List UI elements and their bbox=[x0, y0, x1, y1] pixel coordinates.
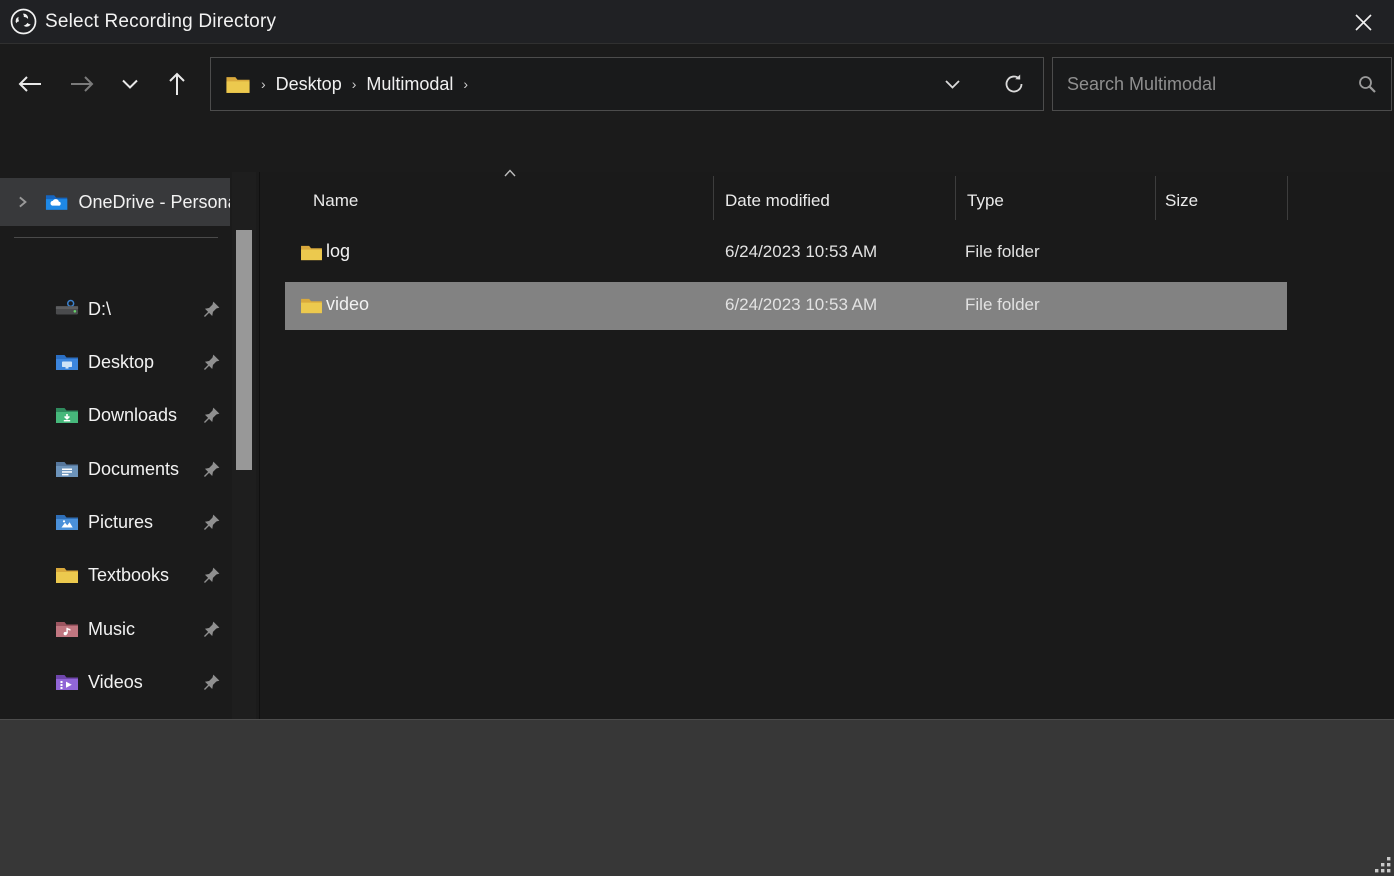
file-list: Name Date modified Type Size log 6/24/20… bbox=[260, 172, 1394, 719]
back-arrow-icon bbox=[17, 74, 43, 94]
downloads-folder-icon bbox=[55, 405, 79, 425]
sidebar-item-onedrive[interactable]: OneDrive - Personal bbox=[0, 178, 230, 226]
sidebar-scrollbar[interactable] bbox=[232, 172, 256, 719]
column-divider[interactable] bbox=[955, 176, 956, 220]
pin-icon bbox=[203, 567, 220, 584]
sidebar-item-label: D:\ bbox=[88, 299, 203, 320]
column-header-size[interactable]: Size bbox=[1165, 184, 1198, 218]
sort-ascending-icon bbox=[503, 169, 517, 177]
recent-locations-button[interactable] bbox=[108, 60, 152, 108]
column-header-name[interactable]: Name bbox=[313, 184, 358, 218]
refresh-button[interactable] bbox=[994, 60, 1034, 108]
chevron-down-icon bbox=[945, 80, 960, 89]
breadcrumb-separator: › bbox=[342, 76, 367, 92]
breadcrumb-separator: › bbox=[453, 76, 478, 92]
sidebar-item-label: Textbooks bbox=[88, 565, 203, 586]
folder-icon bbox=[225, 74, 251, 95]
sidebar-item-textbooks[interactable]: Textbooks bbox=[0, 551, 232, 599]
forward-button[interactable] bbox=[60, 60, 104, 108]
file-type: File folder bbox=[965, 295, 1040, 315]
forward-arrow-icon bbox=[69, 74, 95, 94]
back-button[interactable] bbox=[8, 60, 52, 108]
search-icon[interactable] bbox=[1357, 74, 1377, 94]
address-bar[interactable]: › Desktop › Multimodal › bbox=[210, 57, 1044, 111]
folder-icon bbox=[300, 243, 323, 262]
sidebar-divider bbox=[14, 237, 218, 238]
textbooks-folder-icon bbox=[55, 565, 79, 585]
file-type: File folder bbox=[965, 242, 1040, 262]
close-button[interactable] bbox=[1340, 0, 1386, 44]
dialog-footer: Folder: Select Folder Cancel bbox=[0, 719, 1394, 876]
pin-icon bbox=[203, 514, 220, 531]
file-row-log[interactable]: log 6/24/2023 10:53 AM File folder bbox=[260, 229, 1394, 277]
file-name: log bbox=[326, 241, 350, 262]
file-row-video[interactable]: video 6/24/2023 10:53 AM File folder bbox=[260, 282, 1394, 330]
resize-grip[interactable] bbox=[1375, 857, 1392, 874]
file-date: 6/24/2023 10:53 AM bbox=[725, 295, 877, 315]
documents-folder-icon bbox=[55, 459, 79, 479]
file-date: 6/24/2023 10:53 AM bbox=[725, 242, 877, 262]
sidebar-item-label: Downloads bbox=[88, 405, 203, 426]
drive-icon bbox=[55, 298, 79, 320]
obs-logo-icon bbox=[10, 8, 37, 35]
up-button[interactable] bbox=[155, 60, 199, 108]
onedrive-folder-icon bbox=[45, 192, 68, 212]
up-arrow-icon bbox=[167, 71, 187, 97]
dialog-window: Select Recording Directory › Des bbox=[0, 0, 1394, 876]
sidebar-item-downloads[interactable]: Downloads bbox=[0, 391, 232, 439]
sidebar-item-label: Documents bbox=[88, 459, 203, 480]
desktop-folder-icon bbox=[55, 352, 79, 372]
close-icon bbox=[1354, 13, 1373, 32]
pictures-folder-icon bbox=[55, 512, 79, 532]
sidebar-item-label: Desktop bbox=[88, 352, 203, 373]
sidebar-item-drive-d[interactable]: D:\ bbox=[0, 285, 232, 333]
pin-icon bbox=[203, 461, 220, 478]
sidebar-item-label: OneDrive - Personal bbox=[79, 192, 230, 213]
folder-icon bbox=[300, 296, 323, 315]
search-input[interactable] bbox=[1053, 74, 1357, 95]
column-header-type[interactable]: Type bbox=[967, 184, 1004, 218]
breadcrumb-separator: › bbox=[251, 76, 276, 92]
refresh-icon bbox=[1003, 73, 1025, 95]
column-divider[interactable] bbox=[1155, 176, 1156, 220]
breadcrumb-item-multimodal[interactable]: Multimodal bbox=[366, 74, 453, 95]
pin-icon bbox=[203, 674, 220, 691]
file-name: video bbox=[326, 294, 369, 315]
title-bar: Select Recording Directory bbox=[0, 0, 1394, 44]
sidebar-item-desktop[interactable]: Desktop bbox=[0, 338, 232, 386]
column-header-date-modified[interactable]: Date modified bbox=[725, 184, 830, 218]
dialog-content: OneDrive - Personal D:\ bbox=[0, 172, 1394, 719]
pin-icon bbox=[203, 354, 220, 371]
window-title: Select Recording Directory bbox=[45, 11, 276, 33]
address-dropdown-button[interactable] bbox=[932, 60, 972, 108]
column-divider[interactable] bbox=[713, 176, 714, 220]
expand-chevron-icon[interactable] bbox=[18, 195, 27, 209]
pin-icon bbox=[203, 407, 220, 424]
pin-icon bbox=[203, 621, 220, 638]
pin-icon bbox=[203, 301, 220, 318]
sidebar-item-documents[interactable]: Documents bbox=[0, 445, 232, 493]
sidebar-item-music[interactable]: Music bbox=[0, 605, 232, 653]
music-folder-icon bbox=[55, 619, 79, 639]
sidebar-item-label: Pictures bbox=[88, 512, 203, 533]
sidebar-item-label: Music bbox=[88, 619, 203, 640]
search-box bbox=[1052, 57, 1392, 111]
column-divider[interactable] bbox=[1287, 176, 1288, 220]
sidebar-item-pictures[interactable]: Pictures bbox=[0, 498, 232, 546]
command-toolbar: Organize New folder ? bbox=[0, 120, 1394, 172]
chevron-down-icon bbox=[122, 79, 138, 89]
breadcrumb-item-desktop[interactable]: Desktop bbox=[276, 74, 342, 95]
videos-folder-icon bbox=[55, 672, 79, 692]
scrollbar-thumb[interactable] bbox=[236, 230, 252, 470]
sidebar-item-videos[interactable]: Videos bbox=[0, 658, 232, 706]
sidebar-item-label: Videos bbox=[88, 672, 203, 693]
navigation-pane: OneDrive - Personal D:\ bbox=[0, 172, 260, 719]
